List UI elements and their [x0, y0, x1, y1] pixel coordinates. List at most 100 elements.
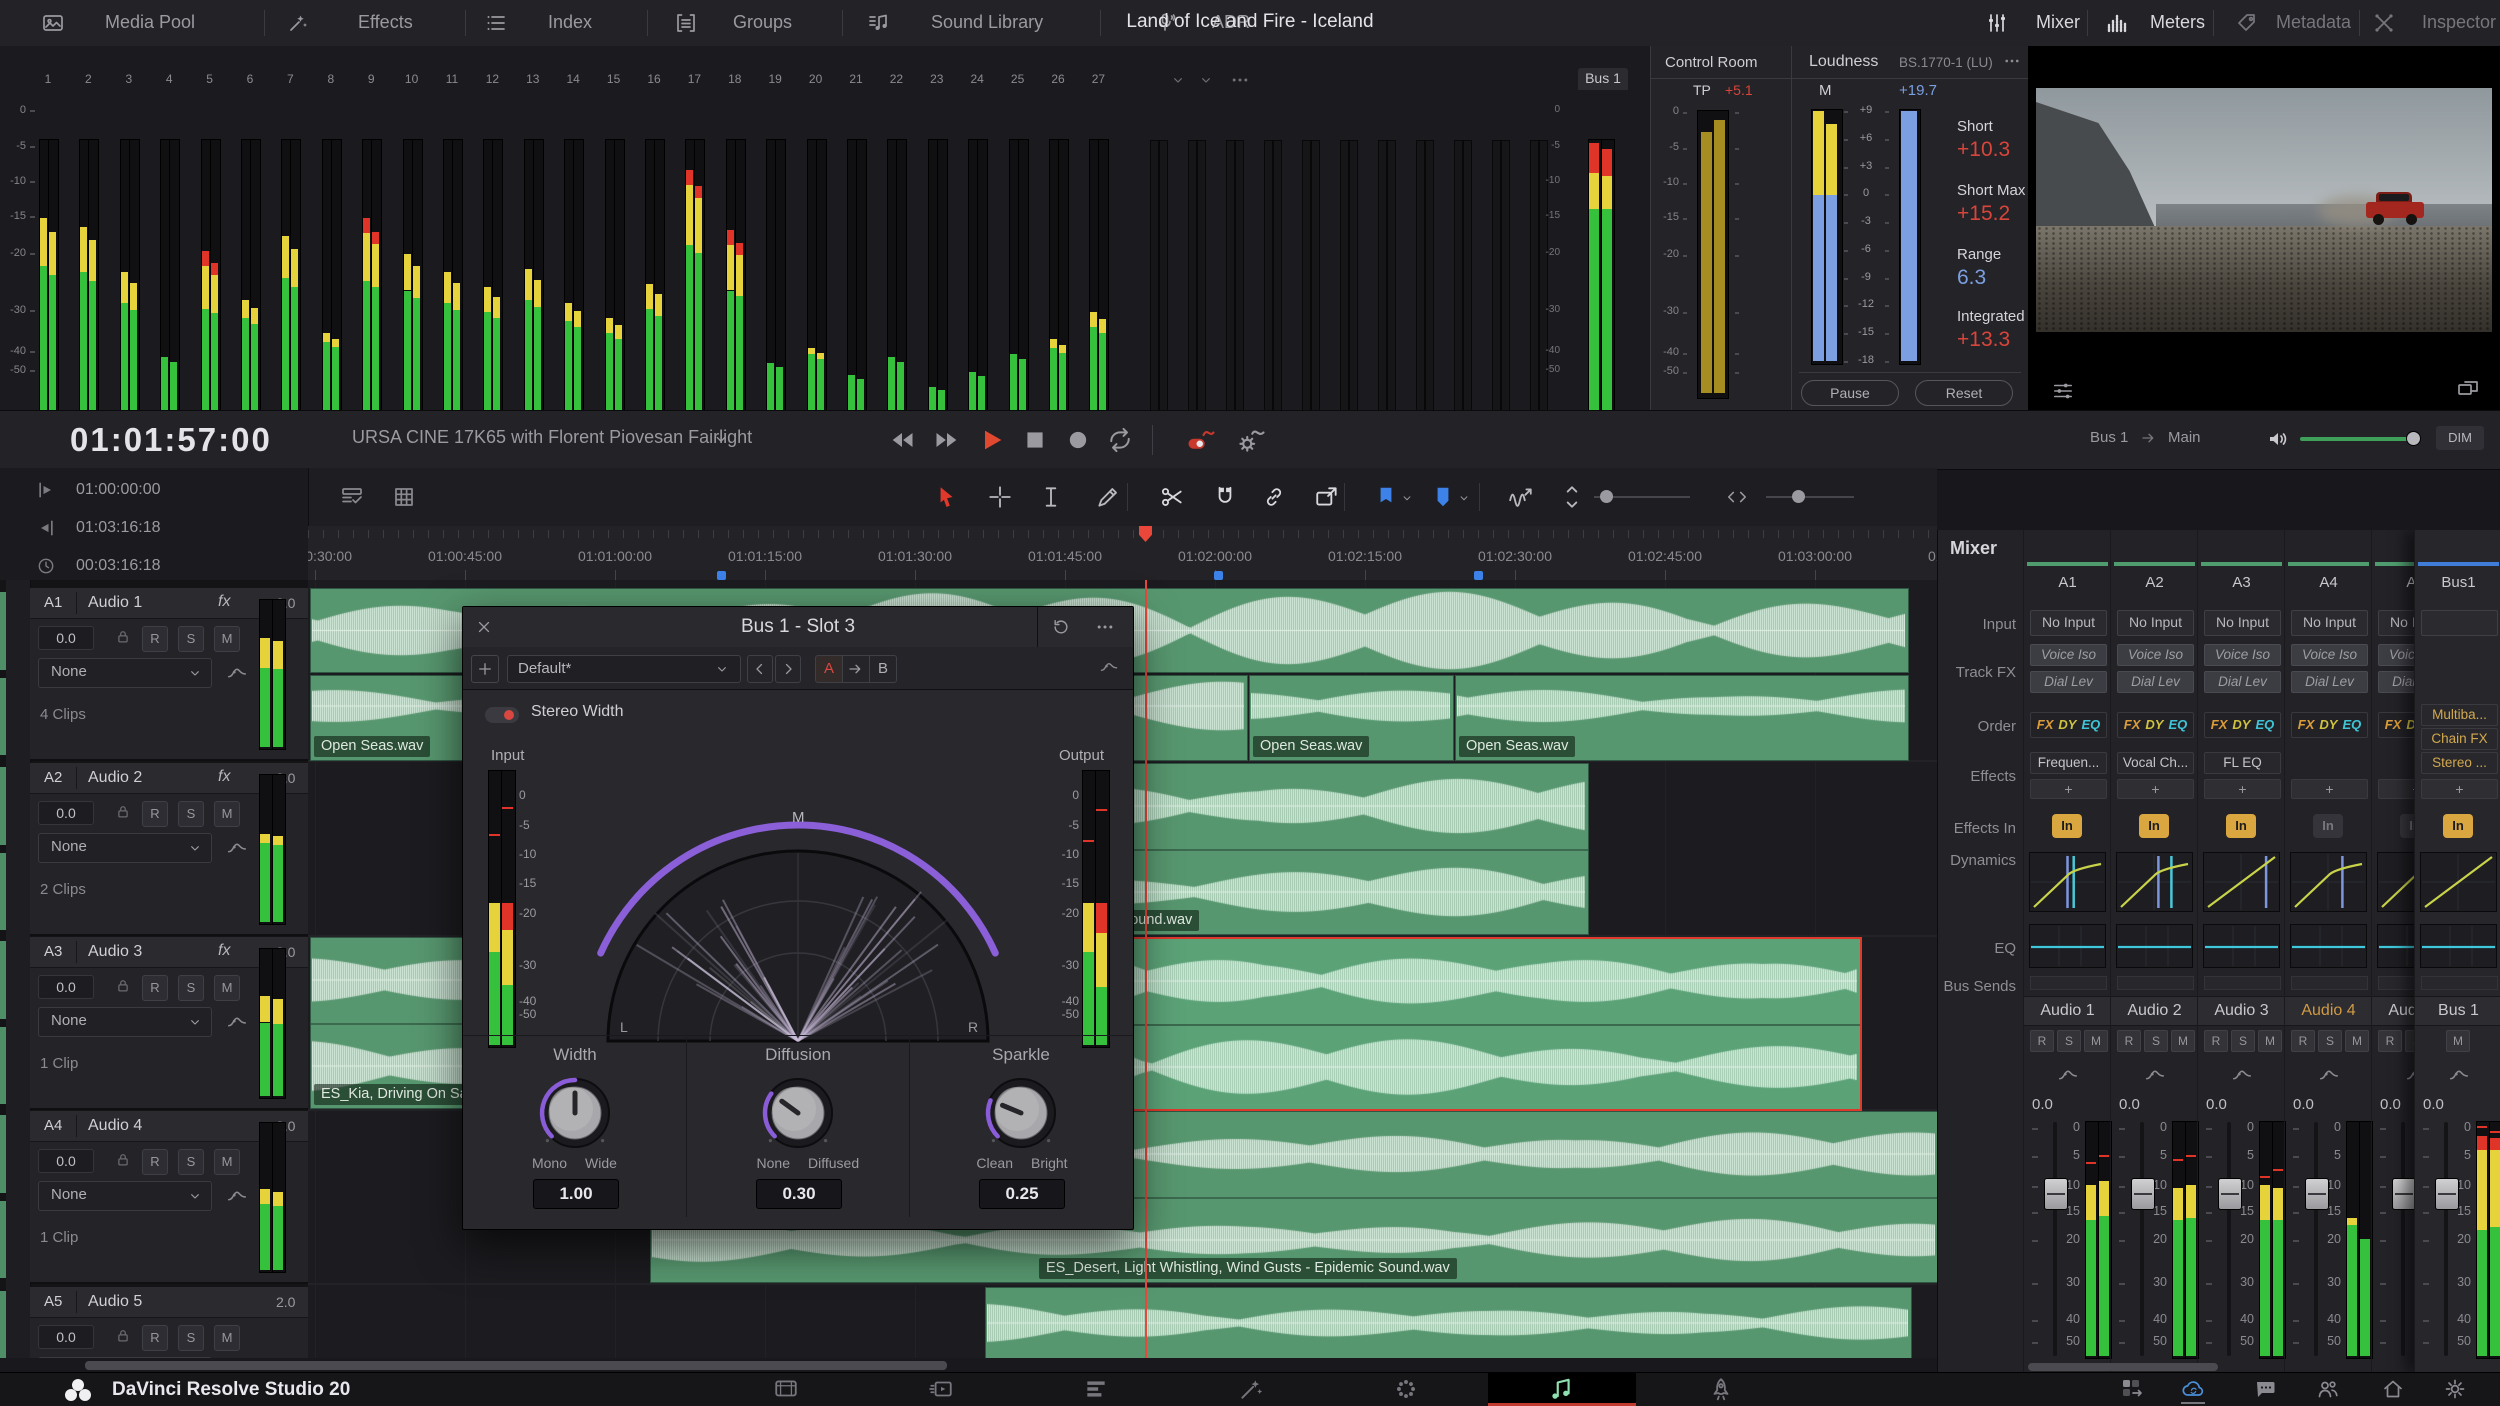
automation-curve-icon[interactable] — [2318, 1064, 2340, 1086]
strip-input-select[interactable]: No Input — [2204, 610, 2281, 636]
strip-trackfx-0[interactable]: Voice Iso — [2204, 644, 2281, 666]
strip-record-arm-button[interactable]: R — [2378, 1030, 2402, 1052]
strip-trackfx-1[interactable]: Dial Lev — [2030, 671, 2107, 693]
strip-effects-in-button[interactable]: In — [2139, 814, 2169, 838]
loop-button[interactable] — [1106, 426, 1134, 454]
track-mute-button[interactable]: M — [214, 1325, 240, 1351]
track-solo-button[interactable]: S — [178, 801, 204, 827]
link-tool-icon[interactable] — [1261, 484, 1287, 510]
razor-tool-icon[interactable] — [1159, 484, 1185, 510]
timeline-selector-chevron-icon[interactable] — [712, 430, 730, 448]
strip-name-cell[interactable]: Bus 1 — [2415, 996, 2500, 1026]
strip-dynamics-graph[interactable] — [2203, 852, 2280, 912]
automation-curve-icon[interactable] — [226, 837, 248, 859]
sparkle-value-field[interactable]: 0.25 — [979, 1179, 1065, 1209]
strip-effect-slot-1[interactable]: Chain FX — [2421, 728, 2498, 750]
menu-item-sound-library[interactable]: Sound Library — [859, 0, 1077, 45]
track-index-grid-icon[interactable] — [392, 485, 416, 509]
preset-prev-button[interactable] — [747, 655, 773, 683]
strip-bus-sends-row[interactable] — [2117, 976, 2194, 990]
strip-solo-button[interactable]: S — [2318, 1030, 2342, 1052]
speaker-icon[interactable] — [2266, 427, 2290, 451]
strip-gain-value[interactable]: 0.0 — [2206, 1096, 2227, 1113]
strip-effects-in-button[interactable]: In — [2313, 814, 2343, 838]
pencil-tool-icon[interactable] — [1095, 484, 1121, 510]
loudness-options-icon[interactable] — [2003, 52, 2021, 70]
preset-next-button[interactable] — [775, 655, 801, 683]
clip-color-tool-icon[interactable] — [1430, 484, 1456, 510]
track-record-arm-button[interactable]: R — [142, 801, 168, 827]
strip-effects-in-button[interactable]: In — [2226, 814, 2256, 838]
strip-dynamics-graph[interactable] — [2029, 852, 2106, 912]
preset-add-button[interactable] — [471, 655, 499, 683]
strip-order-button[interactable]: FXDYEQ — [2030, 712, 2107, 738]
menu-item-meters[interactable]: Meters — [2097, 0, 2232, 45]
lock-icon[interactable] — [114, 977, 132, 995]
strip-eq-graph[interactable] — [2420, 924, 2497, 968]
timeline-marker[interactable] — [1214, 571, 1223, 580]
strip-add-effect-button[interactable]: + — [2421, 779, 2498, 799]
automation-curve-icon[interactable] — [226, 1011, 248, 1033]
fader-track[interactable] — [2227, 1122, 2231, 1356]
height-slider-handle[interactable] — [1792, 490, 1805, 503]
strip-record-arm-button[interactable]: R — [2204, 1030, 2228, 1052]
strip-effects-in-button[interactable]: In — [2052, 814, 2082, 838]
bridge-layout-chevron-icon[interactable] — [1198, 72, 1214, 88]
track-gain-value[interactable]: 0.0 — [38, 626, 94, 650]
play-button[interactable] — [978, 426, 1006, 454]
automation-toggle-button[interactable] — [1186, 425, 1216, 455]
automation-curve-icon[interactable] — [1099, 657, 1119, 677]
strip-dynamics-graph[interactable] — [2116, 852, 2193, 912]
track-solo-button[interactable]: S — [178, 975, 204, 1001]
range-value[interactable]: 01:03:16:18 — [76, 519, 161, 537]
width-knob[interactable] — [533, 1069, 617, 1153]
track-plugin-dropdown[interactable]: None — [38, 1181, 212, 1211]
strip-name-cell[interactable]: Audio 1 — [2024, 996, 2111, 1026]
dim-button[interactable]: DIM — [2436, 426, 2484, 450]
strip-input-select[interactable]: No Input — [2117, 610, 2194, 636]
fader-track[interactable] — [2401, 1122, 2405, 1356]
automation-curve-icon[interactable] — [226, 1185, 248, 1207]
automation-curve-icon[interactable] — [2231, 1064, 2253, 1086]
media-page-button[interactable] — [773, 1376, 799, 1402]
track-plugin-dropdown[interactable]: None — [38, 833, 212, 863]
flatten-tool-icon[interactable] — [1314, 484, 1340, 510]
strip-eq-graph[interactable] — [2029, 924, 2106, 968]
track-mute-button[interactable]: M — [214, 801, 240, 827]
track-plugin-dropdown[interactable]: None — [38, 658, 212, 688]
strip-record-arm-button[interactable]: R — [2291, 1030, 2315, 1052]
cut-page-button[interactable] — [928, 1376, 954, 1402]
audio-clip[interactable]: Open Seas.wav — [1249, 675, 1454, 761]
strip-input-select[interactable]: No Input — [2030, 610, 2107, 636]
strip-name-cell[interactable]: Audio 3 — [2198, 996, 2285, 1026]
lock-icon[interactable] — [114, 628, 132, 646]
track-plugin-dropdown[interactable]: None — [38, 1007, 212, 1037]
track-solo-button[interactable]: S — [178, 1149, 204, 1175]
track-mute-button[interactable]: M — [214, 975, 240, 1001]
timeline-h-scrollbar[interactable] — [85, 1361, 947, 1370]
bus-meter-label[interactable]: Bus 1 — [1578, 68, 1628, 90]
strip-input-select[interactable] — [2421, 610, 2498, 636]
fader-track[interactable] — [2314, 1122, 2318, 1356]
strip-order-button[interactable]: FXDYEQ — [2291, 712, 2368, 738]
track-gain-value[interactable]: 0.0 — [38, 801, 94, 825]
strip-order-button[interactable]: FXDYEQ — [2117, 712, 2194, 738]
strip-trackfx-1[interactable]: Dial Lev — [2204, 671, 2281, 693]
track-solo-button[interactable]: S — [178, 626, 204, 652]
strip-trackfx-1[interactable]: Dial Lev — [2291, 671, 2368, 693]
zoom-slider-handle[interactable] — [1600, 490, 1613, 503]
range-value[interactable]: 01:00:00:00 — [76, 481, 161, 499]
timeline-marker[interactable] — [1474, 571, 1483, 580]
fader-track[interactable] — [2444, 1122, 2448, 1356]
strip-name-cell[interactable]: Audio 4 — [2285, 996, 2372, 1026]
monitor-dest-label[interactable]: Main — [2168, 429, 2201, 446]
lock-icon[interactable] — [114, 803, 132, 821]
range-select-tool-icon[interactable] — [1038, 484, 1064, 510]
record-button[interactable] — [1064, 426, 1092, 454]
fast-forward-button[interactable] — [933, 426, 961, 454]
audio-clip[interactable] — [1128, 937, 1862, 1111]
track-record-arm-button[interactable]: R — [142, 975, 168, 1001]
automation-curve-icon[interactable] — [226, 662, 248, 684]
menu-item-media-pool[interactable]: Media Pool — [33, 0, 221, 45]
audio-clip[interactable]: Open Seas.wav — [1455, 675, 1909, 761]
